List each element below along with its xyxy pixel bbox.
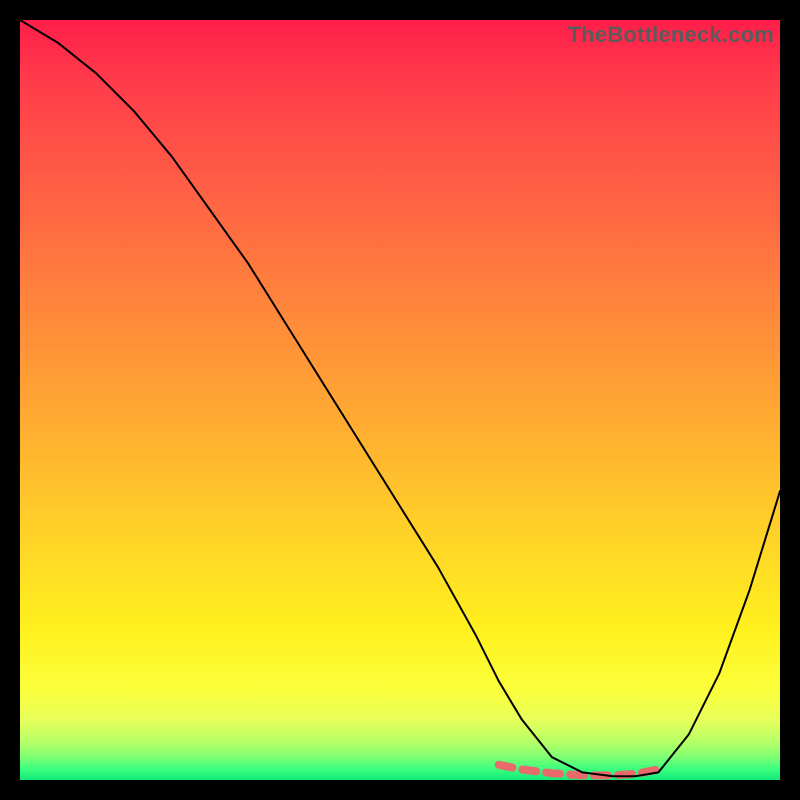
chart-frame: TheBottleneck.com bbox=[20, 20, 780, 780]
bottleneck-curve bbox=[20, 20, 780, 776]
curve-layer bbox=[20, 20, 780, 780]
